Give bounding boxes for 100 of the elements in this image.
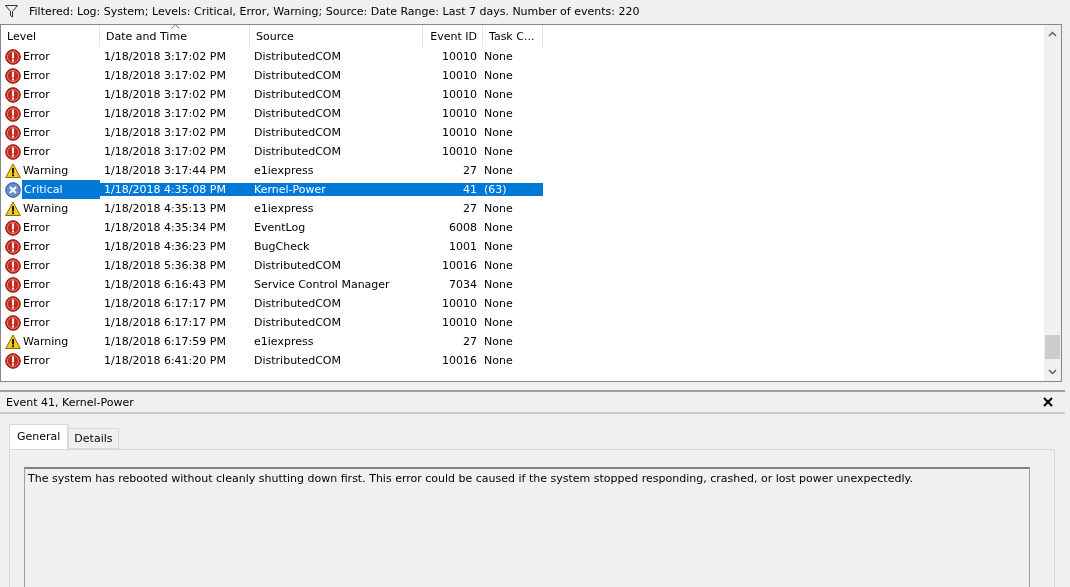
table-cell[interactable]: DistributedCOM [250, 88, 423, 101]
event-description: The system has rebooted without cleanly shutting down first. This error could be caused if the system stopped responding, crashed, or lost power unexpectedly. [24, 467, 1030, 587]
table-cell[interactable]: 27 [423, 202, 483, 215]
table-cell[interactable]: 7034 [423, 278, 483, 291]
level-cell[interactable]: Error [23, 278, 50, 291]
table-cell[interactable]: 1001 [423, 240, 483, 253]
column-header[interactable]: Event ID [423, 25, 483, 47]
table-cell[interactable]: BugCheck [250, 240, 423, 253]
level-cell[interactable]: Error [23, 50, 50, 63]
table-cell[interactable]: 1/18/2018 4:35:08 PM [100, 183, 250, 196]
table-cell[interactable]: None [483, 335, 543, 348]
table-cell[interactable]: DistributedCOM [250, 354, 423, 367]
scroll-down-icon[interactable] [1048, 369, 1057, 375]
table-cell[interactable]: 10010 [423, 50, 483, 63]
table-cell[interactable]: DistributedCOM [250, 316, 423, 329]
table-cell[interactable]: DistributedCOM [250, 69, 423, 82]
table-cell[interactable]: 1/18/2018 4:35:34 PM [100, 221, 250, 234]
table-cell[interactable]: None [483, 145, 543, 158]
table-cell[interactable]: 41 [423, 183, 483, 196]
table-cell[interactable]: None [483, 164, 543, 177]
table-cell[interactable]: 10010 [423, 145, 483, 158]
table-cell[interactable]: 10016 [423, 259, 483, 272]
level-cell[interactable]: Error [23, 297, 50, 310]
table-cell[interactable]: 1/18/2018 6:17:17 PM [100, 297, 250, 310]
table-cell[interactable]: None [483, 107, 543, 120]
table-cell[interactable]: e1iexpress [250, 335, 423, 348]
level-cell[interactable]: Error [23, 240, 50, 253]
table-cell[interactable]: 1/18/2018 3:17:02 PM [100, 145, 250, 158]
tab[interactable]: General [9, 424, 69, 449]
table-cell[interactable]: DistributedCOM [250, 126, 423, 139]
table-cell[interactable]: None [483, 202, 543, 215]
table-cell[interactable]: None [483, 69, 543, 82]
level-cell[interactable]: Error [23, 259, 50, 272]
table-cell[interactable]: Service Control Manager [250, 278, 423, 291]
level-cell[interactable]: Error [23, 145, 50, 158]
table-cell[interactable]: 1/18/2018 3:17:02 PM [100, 88, 250, 101]
table-cell[interactable]: 10010 [423, 126, 483, 139]
column-header[interactable]: Level [1, 25, 100, 47]
level-cell[interactable]: Error [23, 316, 50, 329]
sort-caret-icon [170, 24, 180, 29]
level-cell[interactable]: Critical [22, 180, 100, 199]
table-cell[interactable]: 1/18/2018 4:36:23 PM [100, 240, 250, 253]
table-cell[interactable]: 1/18/2018 5:36:38 PM [100, 259, 250, 272]
table-cell[interactable]: None [483, 316, 543, 329]
level-cell[interactable]: Error [23, 221, 50, 234]
table-cell[interactable]: 1/18/2018 4:35:13 PM [100, 202, 250, 215]
level-cell[interactable]: Error [23, 107, 50, 120]
table-cell[interactable]: DistributedCOM [250, 259, 423, 272]
column-header[interactable]: Date and Time [100, 25, 250, 47]
table-cell[interactable]: 1/18/2018 3:17:02 PM [100, 69, 250, 82]
table-cell[interactable]: e1iexpress [250, 202, 423, 215]
table-cell[interactable]: None [483, 88, 543, 101]
table-cell[interactable]: e1iexpress [250, 164, 423, 177]
level-cell[interactable]: Error [23, 354, 50, 367]
table-cell[interactable]: 6008 [423, 221, 483, 234]
close-icon[interactable] [1043, 397, 1053, 407]
table-cell[interactable]: (63) [483, 183, 543, 196]
table-cell[interactable]: 1/18/2018 3:17:02 PM [100, 126, 250, 139]
table-cell[interactable]: 1/18/2018 6:17:59 PM [100, 335, 250, 348]
table-cell[interactable]: 27 [423, 335, 483, 348]
table-cell[interactable]: 1/18/2018 6:17:17 PM [100, 316, 250, 329]
table-cell[interactable]: 10010 [423, 316, 483, 329]
table-cell[interactable]: None [483, 297, 543, 310]
table-cell[interactable]: 10010 [423, 107, 483, 120]
scroll-up-icon[interactable] [1048, 31, 1057, 37]
error-icon [5, 276, 21, 293]
level-cell[interactable]: Warning [23, 164, 69, 177]
table-cell[interactable]: 1/18/2018 3:17:02 PM [100, 107, 250, 120]
table-cell[interactable]: DistributedCOM [250, 50, 423, 63]
table-cell[interactable]: None [483, 50, 543, 63]
table-cell[interactable]: None [483, 221, 543, 234]
table-cell[interactable]: 10010 [423, 88, 483, 101]
column-header[interactable]: Source [250, 25, 423, 47]
level-cell[interactable]: Error [23, 88, 50, 101]
table-cell[interactable]: Kernel-Power [250, 183, 423, 196]
tab[interactable]: Details [68, 428, 119, 449]
table-cell[interactable]: DistributedCOM [250, 145, 423, 158]
table-cell[interactable]: 1/18/2018 3:17:44 PM [100, 164, 250, 177]
level-cell[interactable]: Error [23, 126, 50, 139]
column-header[interactable]: Task C... [483, 25, 543, 47]
table-cell[interactable]: EventLog [250, 221, 423, 234]
table-cell[interactable]: None [483, 259, 543, 272]
table-cell[interactable]: 1/18/2018 3:17:02 PM [100, 50, 250, 63]
level-cell[interactable]: Warning [23, 335, 69, 348]
table-cell[interactable]: DistributedCOM [250, 107, 423, 120]
table-cell[interactable]: 1/18/2018 6:41:20 PM [100, 354, 250, 367]
level-cell[interactable]: Error [23, 69, 50, 82]
table-cell[interactable]: 10010 [423, 69, 483, 82]
table-cell[interactable]: None [483, 354, 543, 367]
table-cell[interactable]: 1/18/2018 6:16:43 PM [100, 278, 250, 291]
level-cell[interactable]: Warning [23, 202, 69, 215]
table-cell[interactable]: None [483, 278, 543, 291]
table-cell[interactable]: None [483, 240, 543, 253]
table-cell[interactable]: None [483, 126, 543, 139]
scrollbar[interactable] [1044, 25, 1061, 381]
table-cell[interactable]: 10016 [423, 354, 483, 367]
table-cell[interactable]: DistributedCOM [250, 297, 423, 310]
scroll-thumb[interactable] [1045, 335, 1060, 359]
table-cell[interactable]: 10010 [423, 297, 483, 310]
table-cell[interactable]: 27 [423, 164, 483, 177]
